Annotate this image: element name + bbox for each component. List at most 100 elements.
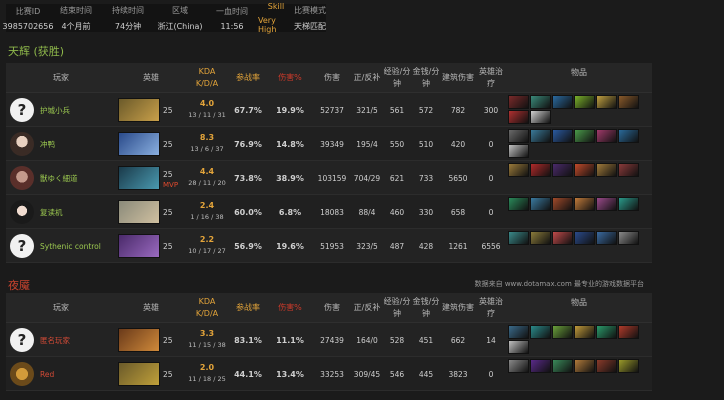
hero-portrait[interactable] (118, 166, 160, 190)
match-info-bar: 比赛ID 3985702656 结束时间 4个月前 持续时间 74分钟 区域 浙江(China… (3, 2, 326, 34)
item-icon[interactable] (530, 359, 551, 373)
item-icon[interactable] (596, 95, 617, 109)
player-row[interactable]: 冲鸭 25 8.3 13 / 6 / 37 76.9% 14.8% 39349 195/4 55… (6, 127, 652, 161)
item-icon[interactable] (574, 197, 595, 211)
item-icon[interactable] (618, 359, 639, 373)
item-icon[interactable] (618, 197, 639, 211)
header-building-damage[interactable]: 建筑伤害 (440, 63, 476, 93)
player-avatar[interactable] (10, 166, 34, 190)
player-name-link[interactable]: 獸ゆく細道 (40, 161, 78, 195)
hero-portrait[interactable] (118, 98, 160, 122)
player-name-link[interactable]: Red (40, 357, 54, 391)
player-avatar[interactable] (10, 200, 34, 224)
item-icon[interactable] (508, 325, 529, 339)
item-icon[interactable] (508, 340, 529, 354)
item-icon[interactable] (552, 163, 573, 177)
item-icon[interactable] (596, 163, 617, 177)
item-icon[interactable] (596, 129, 617, 143)
item-icon[interactable] (552, 129, 573, 143)
item-icon[interactable] (508, 110, 529, 124)
header-participation[interactable]: 参战率 (228, 293, 268, 323)
item-icon[interactable] (596, 359, 617, 373)
item-icon[interactable] (618, 95, 639, 109)
item-icon[interactable] (574, 325, 595, 339)
kda-ratio: 4.4 (199, 167, 215, 176)
hero-portrait[interactable] (118, 132, 160, 156)
player-avatar[interactable]: ? (10, 234, 34, 258)
item-icon[interactable] (508, 163, 529, 177)
player-avatar[interactable]: ? (10, 98, 34, 122)
header-player[interactable]: 玩家 (6, 293, 116, 323)
player-row[interactable]: 獸ゆく細道 25 MVP 4.4 28 / 11 / 20 73.8% 38.9% 10315… (6, 161, 652, 195)
header-building-damage[interactable]: 建筑伤害 (440, 293, 476, 323)
player-row[interactable]: ? Sythenic control 25 2.2 10 / 17 / 27 56.9% 1… (6, 229, 652, 263)
item-icon[interactable] (508, 95, 529, 109)
header-last-hits[interactable]: 正/反补 (352, 293, 382, 323)
item-icon[interactable] (574, 163, 595, 177)
item-icon[interactable] (530, 197, 551, 211)
header-hero-heal[interactable]: 英雄治疗 (476, 293, 506, 323)
item-icon[interactable] (618, 231, 639, 245)
item-icon[interactable] (530, 325, 551, 339)
item-icon[interactable] (618, 325, 639, 339)
item-icon[interactable] (552, 231, 573, 245)
header-damage[interactable]: 伤害 (312, 63, 352, 93)
header-xpm[interactable]: 经验/分钟 (382, 293, 412, 323)
item-icon[interactable] (508, 197, 529, 211)
hero-portrait[interactable] (118, 234, 160, 258)
item-icon[interactable] (618, 129, 639, 143)
player-avatar[interactable] (10, 362, 34, 386)
header-damage[interactable]: 伤害 (312, 293, 352, 323)
item-icon[interactable] (552, 95, 573, 109)
header-hero[interactable]: 英雄 (116, 63, 186, 93)
header-damage-pct[interactable]: 伤害% (268, 293, 312, 323)
hero-portrait[interactable] (118, 200, 160, 224)
item-icon[interactable] (574, 95, 595, 109)
item-icon[interactable] (618, 163, 639, 177)
player-name-link[interactable]: 冲鸭 (40, 127, 55, 161)
player-avatar[interactable] (10, 132, 34, 156)
header-xpm[interactable]: 经验/分钟 (382, 63, 412, 93)
item-icon[interactable] (596, 197, 617, 211)
hero-portrait[interactable] (118, 328, 160, 352)
player-name-link[interactable]: 复读机 (40, 195, 63, 229)
header-gpm[interactable]: 金钱/分钟 (412, 63, 440, 93)
player-name-link[interactable]: 匿名玩家 (40, 323, 70, 357)
item-icon[interactable] (530, 231, 551, 245)
player-row[interactable]: 复读机 25 2.4 1 / 16 / 38 60.0% 6.8% 18083 88/4 460… (6, 195, 652, 229)
item-icon[interactable] (530, 95, 551, 109)
item-icon[interactable] (552, 325, 573, 339)
player-row[interactable]: ? 匿名玩家 25 3.3 11 / 15 / 38 83.1% 11.1% 27439 164… (6, 323, 652, 357)
header-damage-pct[interactable]: 伤害% (268, 63, 312, 93)
item-icon[interactable] (574, 359, 595, 373)
item-icon[interactable] (508, 231, 529, 245)
header-gpm[interactable]: 金钱/分钟 (412, 293, 440, 323)
item-icon[interactable] (530, 129, 551, 143)
header-items[interactable]: 物品 (506, 63, 652, 93)
player-row[interactable]: ? 护城小兵 25 4.0 13 / 11 / 31 67.7% 19.9% 52737 321… (6, 93, 652, 127)
item-icon[interactable] (530, 163, 551, 177)
item-icon[interactable] (508, 359, 529, 373)
header-last-hits[interactable]: 正/反补 (352, 63, 382, 93)
header-items[interactable]: 物品 (506, 293, 652, 323)
item-icon[interactable] (508, 129, 529, 143)
item-icon[interactable] (530, 110, 551, 124)
item-icon[interactable] (574, 231, 595, 245)
player-row[interactable]: Red 25 2.0 11 / 18 / 25 44.1% 13.4% 33253 309/4… (6, 357, 652, 391)
header-hero-heal[interactable]: 英雄治疗 (476, 63, 506, 93)
item-icon[interactable] (552, 197, 573, 211)
header-kda[interactable]: KDA K/D/A (186, 63, 228, 93)
item-icon[interactable] (596, 325, 617, 339)
player-avatar[interactable]: ? (10, 328, 34, 352)
player-name-link[interactable]: 护城小兵 (40, 93, 70, 127)
header-participation[interactable]: 参战率 (228, 63, 268, 93)
item-icon[interactable] (508, 144, 529, 158)
header-kda[interactable]: KDA K/D/A (186, 293, 228, 323)
item-icon[interactable] (552, 359, 573, 373)
item-icon[interactable] (596, 231, 617, 245)
hero-portrait[interactable] (118, 362, 160, 386)
header-hero[interactable]: 英雄 (116, 293, 186, 323)
player-name-link[interactable]: Sythenic control (40, 229, 101, 263)
header-player[interactable]: 玩家 (6, 63, 116, 93)
item-icon[interactable] (574, 129, 595, 143)
